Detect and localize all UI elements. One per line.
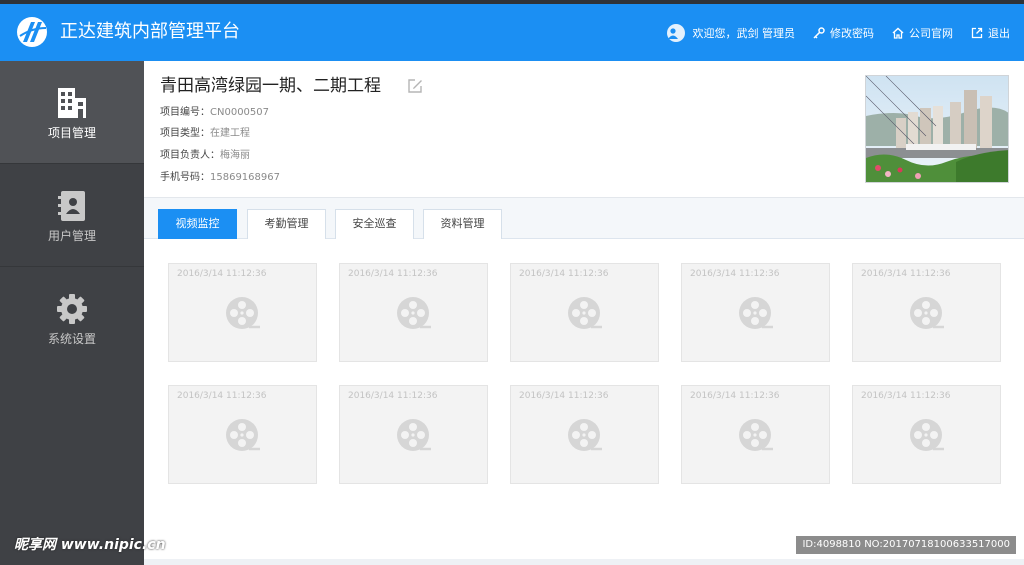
video-tile[interactable]: 2016/3/14 11:12:36 xyxy=(168,263,317,362)
field-label: 手机号码： xyxy=(160,172,210,183)
video-timestamp: 2016/3/14 11:12:36 xyxy=(861,269,951,279)
video-tile[interactable]: 2016/3/14 11:12:36 xyxy=(681,385,830,484)
film-reel-icon xyxy=(397,419,431,451)
field-value: 在建工程 xyxy=(210,128,250,139)
sidebar-item-users[interactable]: 用户管理 xyxy=(0,164,144,266)
field-value: CN0000507 xyxy=(210,107,269,118)
field-label: 项目负责人： xyxy=(160,150,220,161)
change-password-label: 修改密码 xyxy=(830,26,874,40)
film-reel-icon xyxy=(568,297,602,329)
video-timestamp: 2016/3/14 11:12:36 xyxy=(177,269,267,279)
video-timestamp: 2016/3/14 11:12:36 xyxy=(348,269,438,279)
video-timestamp: 2016/3/14 11:12:36 xyxy=(177,391,267,401)
video-timestamp: 2016/3/14 11:12:36 xyxy=(690,269,780,279)
video-tile[interactable]: 2016/3/14 11:12:36 xyxy=(681,263,830,362)
tab-attendance[interactable]: 考勤管理 xyxy=(247,209,326,239)
watermark-id: ID:4098810 NO:20170718100633517000 xyxy=(796,536,1016,554)
project-code-row: 项目编号：CN0000507 xyxy=(160,106,269,120)
film-reel-icon xyxy=(226,297,260,329)
building-icon xyxy=(58,88,86,118)
video-tile[interactable]: 2016/3/14 11:12:36 xyxy=(852,263,1001,362)
app-title: 正达建筑内部管理平台 xyxy=(60,21,240,42)
sidebar-item-projects[interactable]: 项目管理 xyxy=(0,61,144,163)
project-title: 青田高湾绿园一期、二期工程 xyxy=(160,76,381,96)
project-type-row: 项目类型：在建工程 xyxy=(160,127,250,141)
video-timestamp: 2016/3/14 11:12:36 xyxy=(348,391,438,401)
user-avatar-icon xyxy=(666,23,685,42)
film-reel-icon xyxy=(910,297,944,329)
film-reel-icon xyxy=(739,419,773,451)
change-password-link[interactable]: 修改密码 xyxy=(813,25,874,41)
key-icon xyxy=(813,26,825,39)
logout-label: 退出 xyxy=(988,26,1010,40)
video-tile[interactable]: 2016/3/14 11:12:36 xyxy=(510,385,659,484)
field-label: 项目编号： xyxy=(160,107,210,118)
app-header: 正达建筑内部管理平台 欢迎您，武剑 管理员 修改密码 公司官网 退出 xyxy=(0,4,1024,61)
film-reel-icon xyxy=(226,419,260,451)
video-timestamp: 2016/3/14 11:12:36 xyxy=(861,391,951,401)
field-value: 15869168967 xyxy=(210,172,280,183)
tab-video-monitoring[interactable]: 视频监控 xyxy=(158,209,237,245)
film-reel-icon xyxy=(397,297,431,329)
home-icon xyxy=(892,26,904,39)
greeting-text: 欢迎您，武剑 管理员 xyxy=(692,26,796,40)
video-grid: 2016/3/14 11:12:36 2016/3/14 11:12:36 20… xyxy=(144,239,1024,559)
logout-icon xyxy=(971,27,983,38)
video-timestamp: 2016/3/14 11:12:36 xyxy=(690,391,780,401)
video-tile[interactable]: 2016/3/14 11:12:36 xyxy=(168,385,317,484)
project-manager-row: 项目负责人：梅海丽 xyxy=(160,149,250,163)
video-tile[interactable]: 2016/3/14 11:12:36 xyxy=(510,263,659,362)
sidebar-item-label: 项目管理 xyxy=(47,126,96,140)
company-site-label: 公司官网 xyxy=(909,26,953,40)
video-tile[interactable]: 2016/3/14 11:12:36 xyxy=(339,385,488,484)
watermark-site: 昵享网 www.nipic.cn xyxy=(14,537,166,553)
video-tile[interactable]: 2016/3/14 11:12:36 xyxy=(852,385,1001,484)
tab-safety-patrol[interactable]: 安全巡查 xyxy=(335,209,414,239)
project-info-panel: 青田高湾绿园一期、二期工程 项目编号：CN0000507 项目类型：在建工程 项… xyxy=(144,61,1024,198)
logo-icon xyxy=(17,17,47,47)
film-reel-icon xyxy=(568,419,602,451)
project-photo xyxy=(865,75,1009,183)
phone-row: 手机号码：15869168967 xyxy=(160,171,280,185)
gear-icon xyxy=(57,294,87,324)
main-content: 青田高湾绿园一期、二期工程 项目编号：CN0000507 项目类型：在建工程 项… xyxy=(144,61,1024,565)
sidebar-item-settings[interactable]: 系统设置 xyxy=(0,267,144,369)
company-site-link[interactable]: 公司官网 xyxy=(892,25,953,41)
header-actions: 欢迎您，武剑 管理员 修改密码 公司官网 退出 xyxy=(649,4,1010,61)
logout-link[interactable]: 退出 xyxy=(971,25,1010,41)
user-greeting[interactable]: 欢迎您，武剑 管理员 xyxy=(666,23,796,42)
film-reel-icon xyxy=(739,297,773,329)
field-value: 梅海丽 xyxy=(220,150,250,161)
edit-icon[interactable] xyxy=(406,77,424,95)
contacts-book-icon xyxy=(58,191,85,221)
tab-bar: 视频监控 考勤管理 安全巡查 资料管理 xyxy=(144,198,1024,245)
film-reel-icon xyxy=(910,419,944,451)
field-label: 项目类型： xyxy=(160,128,210,139)
tab-documents[interactable]: 资料管理 xyxy=(423,209,502,239)
video-timestamp: 2016/3/14 11:12:36 xyxy=(519,391,609,401)
sidebar-item-label: 用户管理 xyxy=(47,229,96,243)
video-timestamp: 2016/3/14 11:12:36 xyxy=(519,269,609,279)
sidebar-item-label: 系统设置 xyxy=(47,332,96,346)
sidebar: 项目管理 用户管理 系统设置 xyxy=(0,61,144,565)
video-tile[interactable]: 2016/3/14 11:12:36 xyxy=(339,263,488,362)
